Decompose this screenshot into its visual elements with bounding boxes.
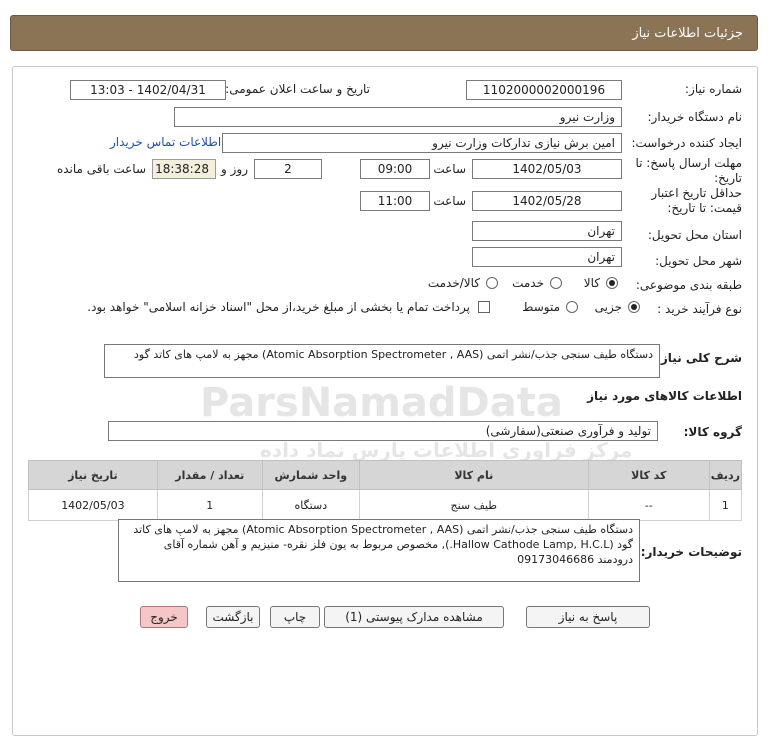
creator-field: امین برش نیازی تدارکات وزارت نیرو [222,133,622,153]
announce-field: 1402/04/31 - 13:03 [70,80,226,100]
remaining-label: ساعت باقی مانده [56,162,146,176]
deadline-time-field: 09:00 [360,159,430,179]
category-option-service: خدمت [512,276,544,290]
summary-label: شرح کلی نیاز: [656,351,742,365]
cell-row: 1 [708,489,743,521]
category-radio-service[interactable] [550,277,562,289]
province-label: استان محل تحویل: [647,228,742,242]
province-field: تهران [472,221,622,241]
validity-label-1: حداقل تاریخ اعتبار [651,186,742,200]
validity-date-field: 1402/05/28 [472,191,622,211]
goods-group-label: گروه کالا: [683,425,742,439]
cell-code: -- [587,489,710,521]
process-option-medium: متوسط [522,300,560,314]
process-option-minor: جزیی [594,300,622,314]
goods-section-title: اطلاعات کالاهای مورد نیاز [587,389,742,403]
validity-time-field: 11:00 [360,191,430,211]
category-radio-goods-service[interactable] [486,277,498,289]
col-date: تاریخ نیاز [28,460,158,490]
col-unit: واحد شمارش [261,460,360,490]
need-number-field: 1102000002000196 [466,80,622,100]
page-title: جزئیات اطلاعات نیاز [632,25,743,41]
remaining-time-field: 18:38:28 [152,159,216,179]
exit-button[interactable]: خروج [140,606,188,628]
summary-text: دستگاه طیف سنجی جذب/نشر اتمی (Atomic Abs… [134,348,653,361]
buyer-desc-box: دستگاه طیف سنجی جذب/نشر اتمی (Atomic Abs… [118,519,640,582]
goods-table-header: ردیف کد کالا نام کالا واحد شمارش تعداد /… [28,460,743,490]
process-radio-medium[interactable] [566,301,578,313]
summary-box: دستگاه طیف سنجی جذب/نشر اتمی (Atomic Abs… [104,344,660,378]
page-header: جزئیات اطلاعات نیاز [10,15,758,51]
buyer-desc-text: دستگاه طیف سنجی جذب/نشر اتمی (Atomic Abs… [133,523,633,566]
goods-table: ردیف کد کالا نام کالا واحد شمارش تعداد /… [28,460,743,521]
buyer-field: وزارت نیرو [174,107,622,127]
col-row: ردیف [708,460,743,490]
col-qty: تعداد / مقدار [156,460,263,490]
view-attachments-button[interactable]: مشاهده مدارک پیوستی (1) [324,606,504,628]
city-label: شهر محل تحویل: [655,254,742,268]
validity-label-2: قیمت: تا تاریخ: [667,201,742,215]
treasury-payment-note: پرداخت تمام یا بخشی از مبلغ خرید،از محل … [87,300,470,314]
category-option-goods-service: کالا/خدمت [427,276,480,290]
process-radio-minor[interactable] [628,301,640,313]
validity-time-label: ساعت [433,194,466,208]
print-button[interactable]: چاپ [270,606,320,628]
cell-qty: 1 [156,489,263,521]
cell-date: 1402/05/03 [28,489,158,521]
col-code: کد کالا [587,460,710,490]
category-option-goods: کالا [583,276,600,290]
category-label: طبقه بندی موضوعی: [635,278,742,292]
cell-name: طیف سنج [358,489,589,521]
announce-label: تاریخ و ساعت اعلان عمومی: [225,82,370,96]
back-button[interactable]: بازگشت [206,606,260,628]
deadline-time-label: ساعت [433,162,466,176]
category-radio-goods[interactable] [606,277,618,289]
city-field: تهران [472,247,622,267]
treasury-payment-checkbox[interactable] [478,301,490,313]
days-label: روز و [221,162,248,176]
buyer-desc-label: توضیحات خریدار: [640,545,742,559]
deadline-date-field: 1402/05/03 [472,159,622,179]
need-number-label: شماره نیاز: [685,82,742,96]
cell-unit: دستگاه [261,489,360,521]
contact-buyer-link[interactable]: اطلاعات تماس خریدار [110,135,221,149]
col-name: نام کالا [358,460,589,490]
table-row[interactable]: 1 -- طیف سنج دستگاه 1 1402/05/03 [28,489,743,521]
reply-button[interactable]: پاسخ به نیاز [526,606,650,628]
buyer-label: نام دستگاه خریدار: [647,110,743,124]
days-field: 2 [254,159,322,179]
goods-group-field: تولید و فرآوری صنعتی(سفارشی) [108,421,658,441]
deadline-label: مهلت ارسال پاسخ: تا تاریخ: [635,156,742,185]
process-label: نوع فرآیند خرید : [657,302,742,316]
creator-label: ایجاد کننده درخواست: [631,136,742,150]
